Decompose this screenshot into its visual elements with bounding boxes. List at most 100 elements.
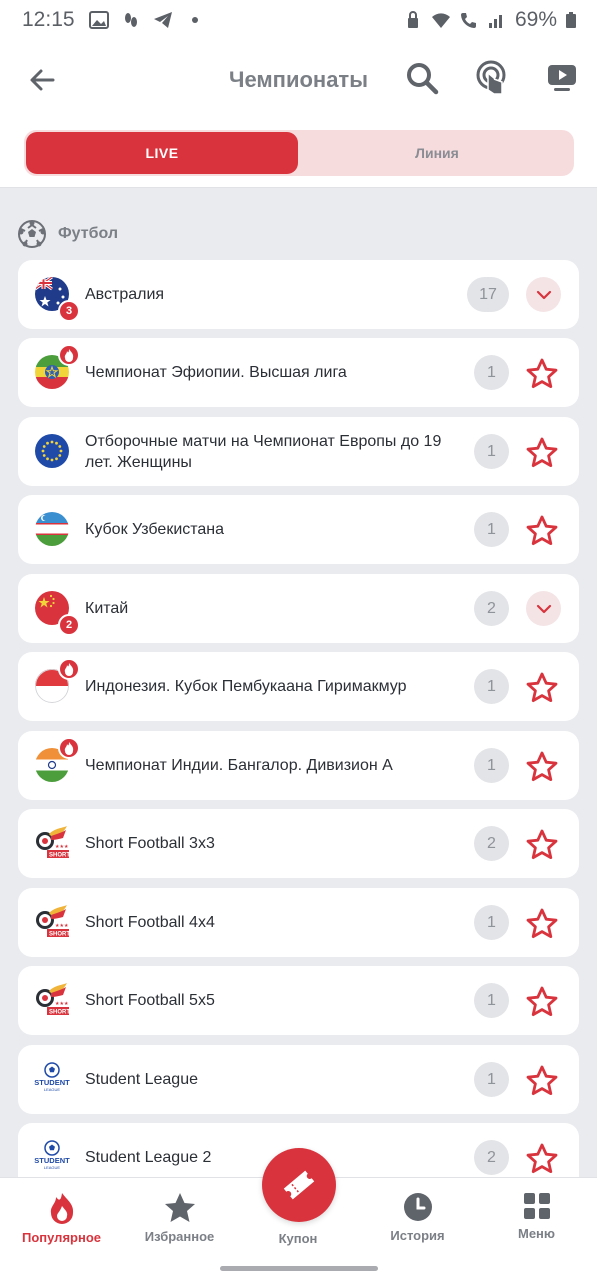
nav-menu[interactable]: Меню bbox=[477, 1192, 596, 1252]
chevron-down-icon bbox=[536, 604, 551, 613]
list-item-label: Short Football 5x5 bbox=[85, 992, 215, 1009]
live-count-badge: 3 bbox=[58, 300, 80, 322]
student-league-logo-icon: STUDENT LEAGUE bbox=[34, 1062, 70, 1092]
event-count: 1 bbox=[474, 512, 509, 547]
tab-live[interactable]: LIVE bbox=[26, 132, 298, 174]
uzbekistan-flag-icon bbox=[35, 512, 69, 546]
star-outline-icon bbox=[526, 515, 558, 545]
call-icon bbox=[460, 13, 476, 28]
list-item[interactable]: STUDENT LEAGUE Student League 1 bbox=[18, 1045, 579, 1114]
grid-menu-icon bbox=[523, 1193, 550, 1219]
list-item-label: Отборочные матчи на Чемпионат Европы до … bbox=[85, 432, 442, 471]
star-outline-icon bbox=[526, 1065, 558, 1095]
signal-icon bbox=[488, 15, 502, 28]
list-item[interactable]: 2 Китай 2 bbox=[18, 574, 579, 643]
status-bar: 12:15 69% bbox=[0, 0, 597, 40]
clock-icon bbox=[403, 1193, 432, 1221]
coupon-button[interactable] bbox=[262, 1148, 336, 1222]
list-item-label: Индонезия. Кубок Пембукаана Гиримакмур bbox=[85, 678, 407, 695]
hot-badge bbox=[58, 344, 80, 366]
flame-icon bbox=[64, 742, 74, 755]
star-outline-icon bbox=[526, 437, 558, 467]
short-football-logo-icon: ★★★ SHORT bbox=[36, 983, 70, 1016]
section-title: Футбол bbox=[58, 225, 119, 242]
list-item[interactable]: Чемпионат Эфиопии. Высшая лига 1 bbox=[18, 338, 579, 407]
event-count: 1 bbox=[474, 669, 509, 704]
favorite-button[interactable] bbox=[523, 747, 561, 785]
event-count: 1 bbox=[474, 1062, 509, 1097]
list-item[interactable]: 3 Австралия 17 bbox=[18, 260, 579, 329]
favorite-button[interactable] bbox=[523, 982, 561, 1020]
short-football-logo-icon: ★★★ SHORT bbox=[36, 826, 70, 859]
event-count: 2 bbox=[474, 591, 509, 626]
wifi-icon bbox=[431, 13, 450, 28]
favorite-button[interactable] bbox=[523, 825, 561, 863]
ticket-icon bbox=[283, 1170, 315, 1200]
nav-label: Популярное bbox=[21, 1230, 101, 1245]
touch-button[interactable] bbox=[471, 58, 511, 98]
star-outline-icon bbox=[526, 1143, 558, 1173]
star-outline-icon bbox=[526, 672, 558, 702]
list-item[interactable]: Отборочные матчи на Чемпионат Европы до … bbox=[18, 417, 579, 486]
favorite-button[interactable] bbox=[523, 668, 561, 706]
nav-history[interactable]: История bbox=[358, 1192, 477, 1252]
nav-label: Избранное bbox=[144, 1229, 215, 1244]
star-outline-icon bbox=[526, 908, 558, 938]
list-item[interactable]: ★★★ SHORT Short Football 4x4 1 bbox=[18, 888, 579, 957]
favorite-button[interactable] bbox=[523, 1139, 561, 1177]
video-icon bbox=[548, 65, 576, 91]
video-button[interactable] bbox=[542, 58, 582, 98]
event-count: 2 bbox=[474, 1140, 509, 1175]
list-item[interactable]: Индонезия. Кубок Пембукаана Гиримакмур 1 bbox=[18, 652, 579, 721]
telegram-icon bbox=[153, 12, 172, 28]
list-item-label: Китай bbox=[85, 600, 129, 617]
nav-label: История bbox=[390, 1228, 445, 1243]
event-count: 1 bbox=[474, 905, 509, 940]
short-football-logo-icon: ★★★ SHORT bbox=[36, 905, 70, 938]
svg-text:★★★: ★★★ bbox=[55, 1001, 69, 1007]
list-item[interactable]: ★★★ SHORT Short Football 3x3 2 bbox=[18, 809, 579, 878]
favorite-button[interactable] bbox=[523, 433, 561, 471]
svg-text:LEAGUE: LEAGUE bbox=[44, 1087, 61, 1092]
svg-text:STUDENT: STUDENT bbox=[34, 1156, 70, 1165]
coupon-label: Купон bbox=[278, 1231, 318, 1246]
svg-text:LEAGUE: LEAGUE bbox=[44, 1165, 61, 1170]
expand-button[interactable] bbox=[526, 591, 561, 626]
event-count: 1 bbox=[474, 434, 509, 469]
flame-icon bbox=[64, 349, 74, 362]
star-outline-icon bbox=[526, 751, 558, 781]
svg-text:STUDENT: STUDENT bbox=[34, 1078, 70, 1087]
tab-line[interactable]: Линия bbox=[300, 130, 574, 176]
lock-icon bbox=[407, 11, 418, 28]
steps-icon bbox=[124, 13, 137, 27]
dot-icon bbox=[191, 17, 198, 23]
status-time: 12:15 bbox=[22, 8, 75, 31]
hot-badge bbox=[58, 737, 80, 759]
star-outline-icon bbox=[526, 358, 558, 388]
battery-percent: 69% bbox=[514, 8, 557, 31]
star-outline-icon bbox=[526, 986, 558, 1016]
app-header: Чемпионаты LIVE Линия bbox=[0, 40, 597, 188]
nav-favorites[interactable]: Избранное bbox=[120, 1192, 239, 1252]
svg-text:SHORT: SHORT bbox=[49, 1010, 70, 1016]
favorite-button[interactable] bbox=[523, 354, 561, 392]
expand-button[interactable] bbox=[526, 277, 561, 312]
list-item[interactable]: Кубок Узбекистана 1 bbox=[18, 495, 579, 564]
student-league-logo-icon: STUDENT LEAGUE bbox=[34, 1140, 70, 1170]
list-item-label: Кубок Узбекистана bbox=[85, 521, 225, 538]
star-icon bbox=[164, 1193, 195, 1222]
list-item[interactable]: Чемпионат Индии. Бангалор. Дивизион А 1 bbox=[18, 731, 579, 800]
search-icon bbox=[407, 63, 439, 95]
favorite-button[interactable] bbox=[523, 1061, 561, 1099]
touch-icon bbox=[476, 60, 506, 95]
list-item[interactable]: ★★★ SHORT Short Football 5x5 1 bbox=[18, 966, 579, 1035]
event-count: 1 bbox=[474, 748, 509, 783]
list-item-label: Student League bbox=[85, 1071, 198, 1088]
nav-popular[interactable]: Популярное bbox=[2, 1192, 121, 1252]
gallery-icon bbox=[88, 11, 109, 29]
favorite-button[interactable] bbox=[523, 904, 561, 942]
favorite-button[interactable] bbox=[523, 511, 561, 549]
home-indicator[interactable] bbox=[220, 1266, 378, 1271]
event-count: 1 bbox=[474, 983, 509, 1018]
search-button[interactable] bbox=[402, 58, 442, 98]
